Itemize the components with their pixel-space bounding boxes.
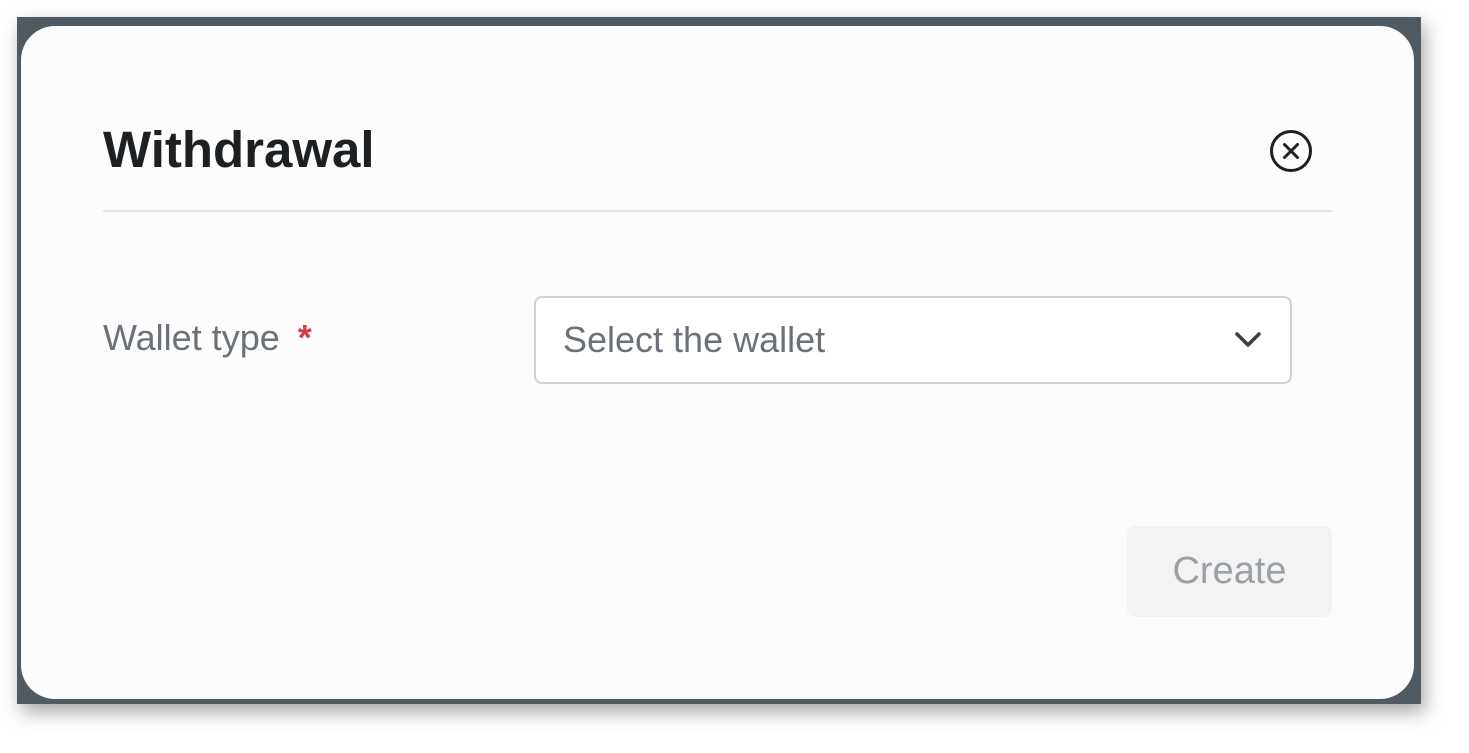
withdrawal-dialog: Withdrawal Wallet type * Select the walle… (21, 26, 1414, 699)
close-button[interactable] (1269, 129, 1313, 173)
create-button[interactable]: Create (1127, 526, 1332, 617)
wallet-type-label: Wallet type * (103, 316, 312, 360)
chevron-down-icon (1232, 326, 1264, 354)
header-divider (103, 210, 1332, 212)
wallet-type-select[interactable]: Select the wallet (534, 296, 1292, 384)
wallet-select-placeholder: Select the wallet (563, 319, 826, 360)
dialog-title: Withdrawal (103, 121, 375, 178)
wallet-type-label-text: Wallet type (103, 317, 280, 358)
close-circle-icon (1270, 130, 1312, 172)
required-asterisk: * (297, 317, 312, 358)
